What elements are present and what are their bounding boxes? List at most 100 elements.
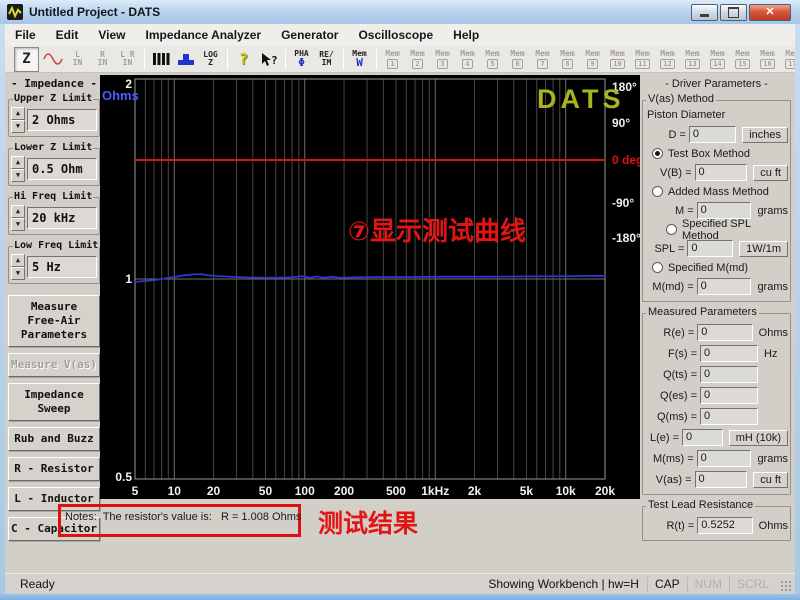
q-ms-label: Q(ms) = bbox=[645, 411, 697, 423]
menu-view[interactable]: View bbox=[88, 25, 135, 45]
spl-input[interactable]: 0 bbox=[687, 240, 733, 257]
piston-diameter-label: Piston Diameter bbox=[645, 109, 788, 124]
m-ms-input[interactable]: 0 bbox=[697, 450, 752, 467]
piano-tones-button[interactable] bbox=[149, 48, 172, 71]
phase-button[interactable]: PHAΦ bbox=[290, 48, 313, 71]
driver-parameters-panel: - Driver Parameters -V(as) MethodPiston … bbox=[640, 75, 793, 552]
svg-text:0.5: 0.5 bbox=[115, 470, 132, 484]
lower-z-limit-spinner: ▲▼ bbox=[11, 156, 25, 182]
menu-generator[interactable]: Generator bbox=[271, 25, 348, 45]
lower-z-limit-down-button[interactable]: ▼ bbox=[11, 169, 25, 182]
r-t-input[interactable]: 0.5252 bbox=[697, 517, 752, 534]
upper-z-limit-value[interactable]: 2 Ohms bbox=[27, 109, 97, 131]
menu-oscilloscope[interactable]: Oscilloscope bbox=[348, 25, 443, 45]
svg-text:-180°: -180° bbox=[612, 231, 640, 245]
lower-z-limit-value[interactable]: 0.5 Ohm bbox=[27, 158, 97, 180]
lower-z-limit-up-button[interactable]: ▲ bbox=[11, 156, 25, 169]
v-b-input[interactable]: 0 bbox=[695, 164, 748, 181]
mem-14-button: Mem14 bbox=[706, 48, 729, 71]
status-right: Showing Workbench | hw=H CAPNUMSCRL bbox=[480, 574, 795, 594]
vas-method-group: V(as) MethodPiston DiameterD =0inchesTes… bbox=[642, 100, 791, 302]
bar-graph-button[interactable] bbox=[174, 48, 197, 71]
re-im-button[interactable]: RE/IM bbox=[315, 48, 338, 71]
1w-1m-unit-button[interactable]: 1W/1m bbox=[739, 241, 788, 257]
upper-z-limit-up-button[interactable]: ▲ bbox=[11, 107, 25, 120]
v-as-label: V(as) = bbox=[645, 474, 692, 486]
grams-unit-label: grams bbox=[757, 205, 788, 217]
notes-field[interactable]: Notes: The resistor's value is: R = 1.00… bbox=[65, 511, 301, 523]
upper-z-limit-down-button[interactable]: ▼ bbox=[11, 120, 25, 133]
statusbar: Ready Showing Workbench | hw=H CAPNUMSCR… bbox=[5, 573, 795, 594]
ohms-unit-label: Ohms bbox=[759, 327, 788, 339]
impedance-z-button[interactable]: Z bbox=[14, 47, 39, 72]
m-md-input[interactable]: 0 bbox=[697, 278, 752, 295]
menu-edit[interactable]: Edit bbox=[46, 25, 89, 45]
m-input[interactable]: 0 bbox=[697, 202, 752, 219]
close-button[interactable]: ✕ bbox=[749, 4, 791, 21]
help-button[interactable]: ? bbox=[232, 48, 255, 71]
impedance-chart[interactable]: 210.5Ohms51020501002005001kHz2k5k10k20k1… bbox=[100, 75, 640, 499]
m-label: M = bbox=[645, 205, 694, 217]
svg-text:DATS: DATS bbox=[537, 84, 625, 114]
field-q-es: Q(es) =0 bbox=[645, 385, 788, 406]
menu-help[interactable]: Help bbox=[443, 25, 489, 45]
hi-freq-limit-value[interactable]: 20 kHz bbox=[27, 207, 97, 229]
mem-1-button: Mem1 bbox=[381, 48, 404, 71]
d-input[interactable]: 0 bbox=[689, 126, 736, 143]
r-t-label: R(t) = bbox=[645, 520, 694, 532]
specified-spl-method-radio[interactable]: Specified SPL Method bbox=[645, 221, 788, 238]
q-ms-input[interactable]: 0 bbox=[700, 408, 758, 425]
app-window: Untitled Project - DATS ✕ FileEditViewIm… bbox=[0, 0, 800, 600]
driver-parameters-header: - Driver Parameters - bbox=[640, 78, 793, 90]
mh-10k-unit-button[interactable]: mH (10k) bbox=[729, 430, 788, 446]
field-r-e: R(e) =0Ohms bbox=[645, 322, 788, 343]
r-resistor-button[interactable]: R - Resistor bbox=[8, 457, 100, 481]
q-ts-input[interactable]: 0 bbox=[700, 366, 758, 383]
q-es-input[interactable]: 0 bbox=[700, 387, 758, 404]
l-e-input[interactable]: 0 bbox=[682, 429, 723, 446]
hi-freq-limit-down-button[interactable]: ▼ bbox=[11, 218, 25, 231]
menu-file[interactable]: File bbox=[5, 25, 46, 45]
d-label: D = bbox=[645, 129, 686, 141]
impedance-sweep-button[interactable]: ImpedanceSweep bbox=[8, 383, 100, 421]
titlebar[interactable]: Untitled Project - DATS ✕ bbox=[0, 0, 800, 24]
sine-icon bbox=[43, 52, 63, 66]
test-box-method-radio[interactable]: Test Box Method bbox=[645, 145, 788, 162]
rub-and-buzz-button[interactable]: Rub and Buzz bbox=[8, 427, 100, 451]
measure-free-air-button[interactable]: MeasureFree-AirParameters bbox=[8, 295, 100, 347]
added-mass-method-radio[interactable]: Added Mass Method bbox=[645, 183, 788, 200]
q-es-label: Q(es) = bbox=[645, 390, 697, 402]
low-freq-limit-down-button[interactable]: ▼ bbox=[11, 267, 25, 280]
maximize-button[interactable] bbox=[720, 4, 747, 21]
f-s-input[interactable]: 0 bbox=[700, 345, 758, 362]
inches-unit-button[interactable]: inches bbox=[742, 127, 788, 143]
cu-ft-unit-button[interactable]: cu ft bbox=[753, 165, 788, 181]
r-e-input[interactable]: 0 bbox=[697, 324, 752, 341]
low-freq-limit-value[interactable]: 5 Hz bbox=[27, 256, 97, 278]
cu-ft-unit-button[interactable]: cu ft bbox=[753, 472, 788, 488]
sine-generator-button[interactable] bbox=[41, 48, 64, 71]
field-m-md: M(md) =0grams bbox=[645, 276, 788, 297]
log-z-button[interactable]: LOGZ bbox=[199, 48, 222, 71]
context-help-button[interactable]: ? bbox=[257, 48, 280, 71]
status-scrl: SCRL bbox=[729, 577, 776, 592]
v-b-label: V(B) = bbox=[645, 167, 692, 179]
mem-11-button: Mem11 bbox=[631, 48, 654, 71]
svg-text:100: 100 bbox=[295, 484, 315, 498]
left-in-button: LIN bbox=[66, 48, 89, 71]
low-freq-limit-up-button[interactable]: ▲ bbox=[11, 254, 25, 267]
svg-text:10k: 10k bbox=[556, 484, 576, 498]
mem-12-button: Mem12 bbox=[656, 48, 679, 71]
specified-m-md-radio[interactable]: Specified M(md) bbox=[645, 259, 788, 276]
minimize-button[interactable] bbox=[691, 4, 718, 21]
toolbar-separator bbox=[285, 49, 286, 69]
mem-15-button: Mem15 bbox=[731, 48, 754, 71]
menu-impedance-analyzer[interactable]: Impedance Analyzer bbox=[135, 25, 271, 45]
impedance-panel: - Impedance -Upper Z Limit▲▼2 OhmsLower … bbox=[7, 75, 101, 547]
mem-w-button[interactable]: MemW bbox=[348, 48, 371, 71]
hi-freq-limit-up-button[interactable]: ▲ bbox=[11, 205, 25, 218]
v-as-input[interactable]: 0 bbox=[695, 471, 748, 488]
mem-3-button: Mem3 bbox=[431, 48, 454, 71]
resize-grip[interactable] bbox=[780, 580, 793, 593]
mem-2-button: Mem2 bbox=[406, 48, 429, 71]
